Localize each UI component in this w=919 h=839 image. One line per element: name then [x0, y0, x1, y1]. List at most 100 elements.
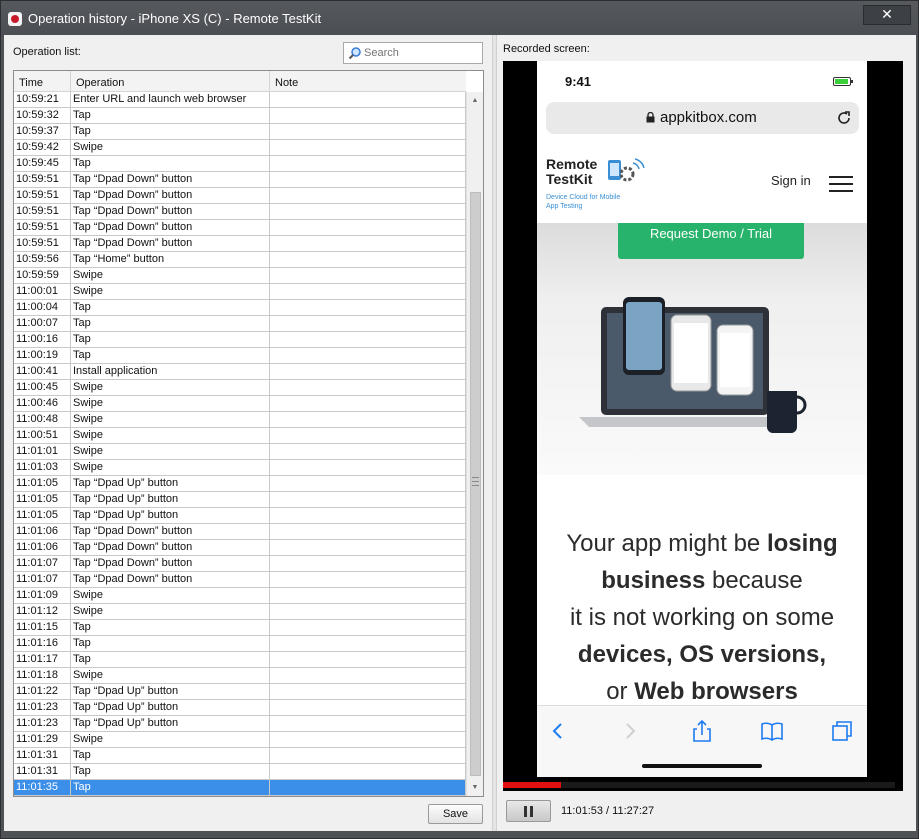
table-row[interactable]: 11:00:46 Swipe — [14, 396, 466, 412]
column-header-operation[interactable]: Operation — [71, 71, 270, 92]
cell-operation: Tap — [71, 332, 270, 347]
cell-operation: Tap — [71, 620, 270, 635]
table-row[interactable]: 11:01:09 Swipe — [14, 588, 466, 604]
table-row[interactable]: 11:01:23 Tap “Dpad Up” button — [14, 716, 466, 732]
table-row[interactable]: 11:00:16 Tap — [14, 332, 466, 348]
cell-operation: Swipe — [71, 428, 270, 443]
table-row[interactable]: 11:01:01 Swipe — [14, 444, 466, 460]
cell-note — [270, 764, 466, 779]
table-row[interactable]: 11:01:23 Tap “Dpad Up” button — [14, 700, 466, 716]
table-row[interactable]: 11:00:19 Tap — [14, 348, 466, 364]
cell-operation: Tap “Dpad Down” button — [71, 204, 270, 219]
cell-note — [270, 540, 466, 555]
save-button[interactable]: Save — [428, 804, 483, 824]
cell-time: 10:59:51 — [14, 188, 71, 203]
table-row[interactable]: 11:01:05 Tap “Dpad Up” button — [14, 476, 466, 492]
table-row[interactable]: 11:01:07 Tap “Dpad Down” button — [14, 572, 466, 588]
grip-icon — [472, 477, 479, 486]
scroll-up-icon[interactable]: ▲ — [467, 92, 483, 109]
cell-note — [270, 220, 466, 235]
title-bar[interactable]: Operation history - iPhone XS (C) - Remo… — [1, 1, 918, 35]
cell-note — [270, 668, 466, 683]
cell-note — [270, 268, 466, 283]
cell-note — [270, 364, 466, 379]
table-row[interactable]: 11:00:01 Swipe — [14, 284, 466, 300]
cell-time: 11:01:35 — [14, 780, 71, 795]
table-row[interactable]: 10:59:21 Enter URL and launch web browser — [14, 92, 466, 108]
table-row[interactable]: 10:59:45 Tap — [14, 156, 466, 172]
cell-time: 11:00:46 — [14, 396, 71, 411]
tabs-icon — [832, 721, 852, 741]
cell-operation: Tap — [71, 156, 270, 171]
table-row[interactable]: 11:00:07 Tap — [14, 316, 466, 332]
cell-time: 11:01:16 — [14, 636, 71, 651]
url-bar: appkitbox.com — [546, 102, 859, 134]
cell-operation: Tap “Dpad Down” button — [71, 556, 270, 571]
headline-post: because — [705, 567, 803, 594]
table-row[interactable]: 11:01:22 Tap “Dpad Up” button — [14, 684, 466, 700]
cell-operation: Tap “Dpad Up” button — [71, 492, 270, 507]
cell-time: 11:01:09 — [14, 588, 71, 603]
table-row[interactable]: 11:00:45 Swipe — [14, 380, 466, 396]
table-row[interactable]: 10:59:51 Tap “Dpad Down” button — [14, 204, 466, 220]
table-row[interactable]: 11:01:31 Tap — [14, 764, 466, 780]
scroll-down-icon[interactable]: ▼ — [467, 779, 483, 796]
column-header-note[interactable]: Note — [270, 71, 466, 92]
column-header-time[interactable]: Time — [14, 71, 71, 92]
cell-time: 11:00:19 — [14, 348, 71, 363]
table-row[interactable]: 10:59:37 Tap — [14, 124, 466, 140]
table-row[interactable]: 11:01:29 Swipe — [14, 732, 466, 748]
operation-list-label: Operation list: — [13, 46, 81, 58]
vertical-scrollbar[interactable]: ▲ ▼ — [466, 92, 483, 796]
logo-line1: Remote — [546, 156, 598, 172]
table-row[interactable]: 11:01:31 Tap — [14, 748, 466, 764]
table-row[interactable]: 11:01:18 Swipe — [14, 668, 466, 684]
cell-time: 11:01:06 — [14, 524, 71, 539]
table-row[interactable]: 10:59:51 Tap “Dpad Down” button — [14, 220, 466, 236]
table-row[interactable]: 11:01:07 Tap “Dpad Down” button — [14, 556, 466, 572]
table-row[interactable]: 11:00:51 Swipe — [14, 428, 466, 444]
table-row[interactable]: 11:01:16 Tap — [14, 636, 466, 652]
headline-line: Your app might be losing — [537, 525, 867, 562]
table-row[interactable]: 11:01:12 Swipe — [14, 604, 466, 620]
cell-operation: Tap “Dpad Up” button — [71, 700, 270, 715]
sign-in-link: Sign in — [771, 173, 811, 188]
cell-operation: Swipe — [71, 396, 270, 411]
close-button[interactable]: ✕ — [863, 5, 911, 25]
headline-pre: or — [606, 678, 635, 705]
table-row[interactable]: 11:00:48 Swipe — [14, 412, 466, 428]
table-row[interactable]: 11:00:41 Install application — [14, 364, 466, 380]
pause-button[interactable] — [506, 800, 551, 822]
cell-operation: Tap “Dpad Down” button — [71, 540, 270, 555]
cell-time: 10:59:56 — [14, 252, 71, 267]
playback-progress-bar[interactable] — [503, 782, 895, 788]
search-box[interactable] — [343, 42, 483, 64]
cell-time: 11:00:45 — [14, 380, 71, 395]
search-input[interactable] — [364, 45, 478, 61]
scroll-thumb[interactable] — [470, 192, 481, 776]
table-row[interactable]: 10:59:51 Tap “Dpad Down” button — [14, 188, 466, 204]
table-row[interactable]: 10:59:56 Tap “Home” button — [14, 252, 466, 268]
app-icon — [8, 12, 22, 26]
table-row[interactable]: 11:00:04 Tap — [14, 300, 466, 316]
table-row[interactable]: 10:59:59 Swipe — [14, 268, 466, 284]
operation-table[interactable]: Time Operation Note 10:59:21 Enter URL an… — [13, 70, 484, 797]
table-row[interactable]: 11:01:35 Tap — [14, 780, 466, 796]
cell-time: 11:01:05 — [14, 476, 71, 491]
table-row[interactable]: 11:01:05 Tap “Dpad Up” button — [14, 492, 466, 508]
table-row[interactable]: 10:59:51 Tap “Dpad Down” button — [14, 236, 466, 252]
cell-note — [270, 748, 466, 763]
cell-operation: Tap — [71, 636, 270, 651]
table-row[interactable]: 11:01:03 Swipe — [14, 460, 466, 476]
cell-operation: Tap — [71, 748, 270, 763]
table-row[interactable]: 11:01:06 Tap “Dpad Down” button — [14, 524, 466, 540]
recorded-screen: 9:41 appkitbox.com Remote TestKit Device… — [503, 61, 903, 791]
table-row[interactable]: 10:59:32 Tap — [14, 108, 466, 124]
table-row[interactable]: 11:01:15 Tap — [14, 620, 466, 636]
lock-icon — [646, 112, 655, 123]
table-row[interactable]: 11:01:17 Tap — [14, 652, 466, 668]
table-row[interactable]: 11:01:06 Tap “Dpad Down” button — [14, 540, 466, 556]
table-row[interactable]: 10:59:51 Tap “Dpad Down” button — [14, 172, 466, 188]
table-row[interactable]: 11:01:05 Tap “Dpad Up” button — [14, 508, 466, 524]
table-row[interactable]: 10:59:42 Swipe — [14, 140, 466, 156]
